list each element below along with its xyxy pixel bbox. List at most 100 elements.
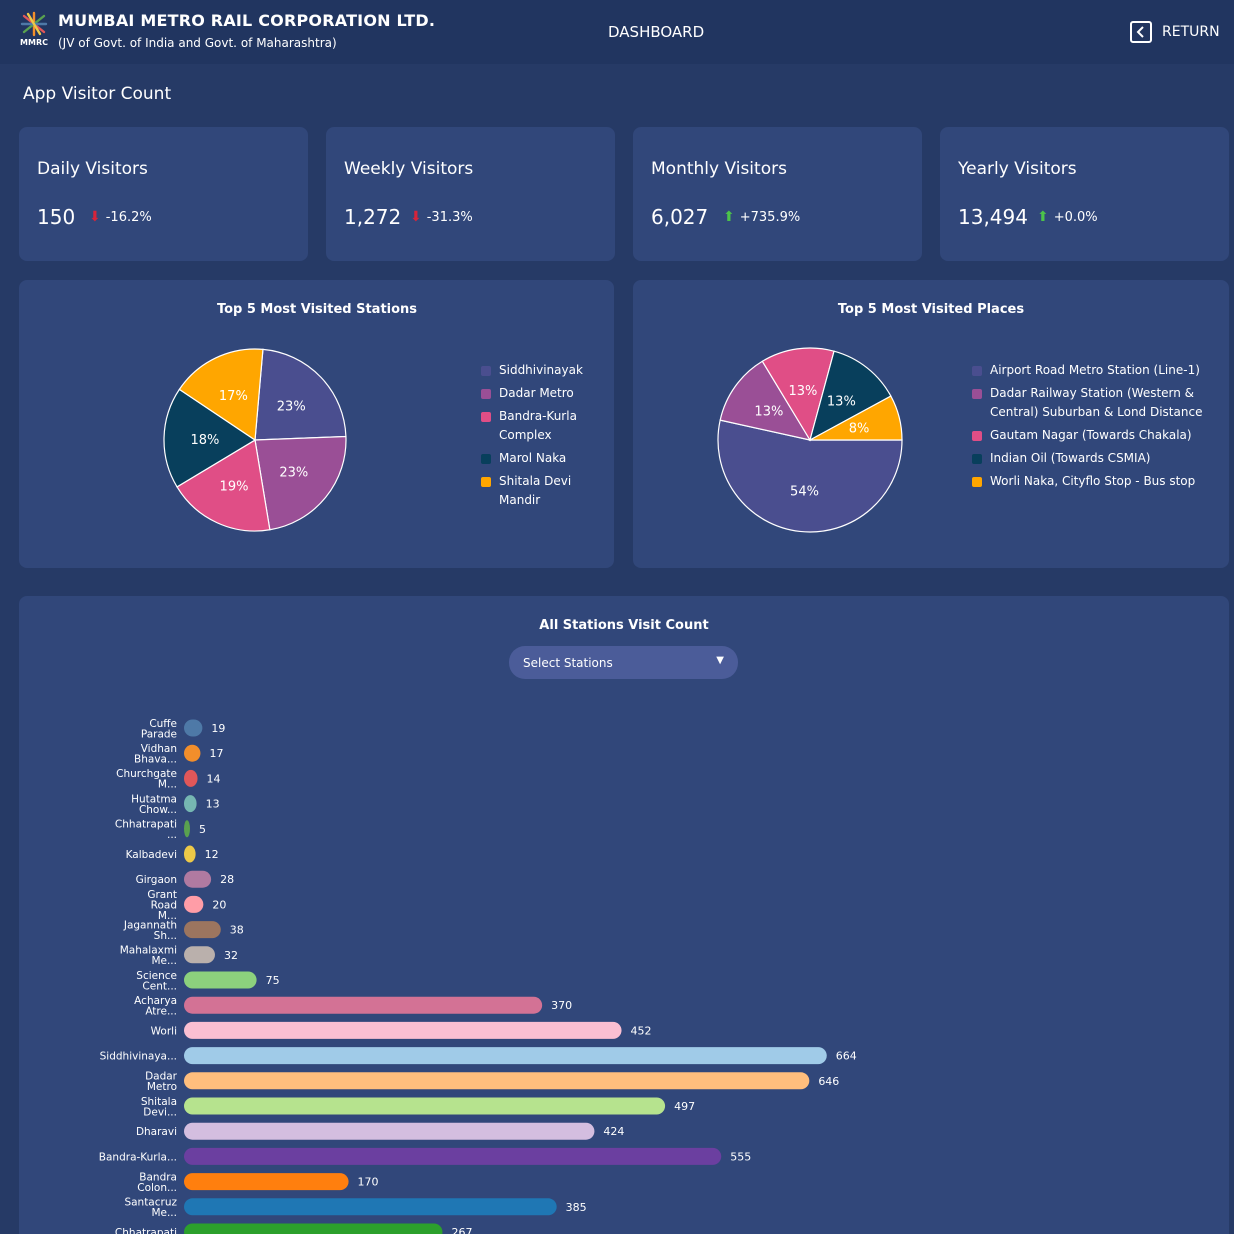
legend-item[interactable]: Marol Naka [481,449,606,468]
bar-category-label: Siddhivinaya... [100,1051,177,1063]
legend-item[interactable]: Dadar Railway Station (Western & Central)… [972,384,1217,422]
bar[interactable] [184,921,221,939]
card-label: Yearly Visitors [958,159,1077,179]
header: MMRC MUMBAI METRO RAIL CORPORATION LTD. … [0,0,1234,64]
bar[interactable] [184,870,212,888]
bar-value-label: 424 [603,1125,624,1138]
card-value: 150 [37,205,76,229]
bar-category-label: Bandra-Kurla... [99,1151,177,1163]
bar[interactable] [184,719,203,737]
legend-swatch [972,477,982,487]
logo-text: MMRC [20,38,48,47]
bar-category-label: Worli [151,1025,177,1037]
pie-slice-label: 23% [277,399,306,414]
bar-value-label: 20 [212,898,226,911]
chart-title: Top 5 Most Visited Places [837,302,1025,317]
bar[interactable] [184,820,190,838]
legend-swatch [481,389,491,399]
bar[interactable] [184,795,197,813]
legend-swatch [972,366,982,376]
bar-value-label: 17 [209,747,223,760]
bar[interactable] [184,895,204,913]
card-change: ⬆ +0.0% [1037,209,1098,225]
bar-category-label: Atre... [145,1005,177,1017]
bar[interactable] [184,1223,443,1234]
bar[interactable] [184,1122,595,1140]
section-title: App Visitor Count [23,84,172,104]
chevron-down-icon: ▼ [716,655,724,666]
bar-value-label: 664 [836,1050,857,1063]
bar[interactable] [184,971,257,989]
bar-category-label: Metro [147,1081,177,1093]
card-change: ⬇ -16.2% [89,209,152,225]
legend-swatch [972,389,982,399]
pie-chart-stations: 23% 23% 19% 18% 17% [163,348,347,532]
bar[interactable] [184,744,201,762]
legend-item[interactable]: Dadar Metro [481,384,606,403]
bar-category-label: Parade [141,728,177,740]
legend-item[interactable]: Shitala Devi Mandir [481,472,606,510]
legend-item[interactable]: Siddhivinayak [481,361,606,380]
legend-item[interactable]: Bandra-Kurla Complex [481,407,606,445]
bar[interactable] [184,769,198,787]
org-subtitle: (JV of Govt. of India and Govt. of Mahar… [58,36,337,50]
pie-slice[interactable] [254,348,347,441]
bar[interactable] [184,996,543,1014]
card-daily-visitors: Daily Visitors 150 ⬇ -16.2% [19,127,308,261]
pie-slice-label: 17% [219,389,248,404]
arrow-up-icon: ⬆ [1037,209,1049,225]
dashboard-title: DASHBOARD [608,23,705,41]
pie-slice-label: 13% [754,405,783,420]
pie-slice[interactable] [254,435,347,531]
bar-value-label: 12 [205,848,219,861]
bar-category-label: Cent... [142,980,177,992]
legend-label: Dadar Railway Station (Western & Central)… [990,386,1203,419]
bar[interactable] [184,1147,722,1165]
bar[interactable] [184,946,215,964]
bar[interactable] [184,1072,810,1090]
bar-category-label: Sh... [154,930,177,942]
bar-value-label: 497 [674,1100,695,1113]
legend-swatch [972,431,982,441]
bar-category-label: Girgaon [136,874,177,886]
bar[interactable] [184,1173,349,1191]
bar-value-label: 19 [211,722,225,735]
legend-label: Indian Oil (Towards CSMIA) [990,451,1151,465]
legend-item[interactable]: Indian Oil (Towards CSMIA) [972,449,1217,468]
legend-label: Shitala Devi Mandir [499,474,572,507]
org-name: MUMBAI METRO RAIL CORPORATION LTD. [58,11,436,30]
pie-chart-places: 54% 13% 13% 13% 8% [717,347,903,533]
bar-value-label: 13 [206,798,220,811]
return-icon [1130,21,1152,43]
legend-label: Dadar Metro [499,386,574,400]
bar[interactable] [184,1097,666,1115]
bar-chart-all-stations: 19CuffeParade17VidhanBhava...14Churchgat… [99,718,857,1234]
bar-value-label: 452 [631,1024,652,1037]
arrow-down-icon: ⬇ [410,209,422,225]
legend-swatch [481,366,491,376]
select-stations-label: Select Stations [523,655,613,670]
arrow-down-icon: ⬇ [89,209,101,225]
card-weekly-visitors: Weekly Visitors 1,272 ⬇ -31.3% [326,127,615,261]
legend-item[interactable]: Airport Road Metro Station (Line-1) [972,361,1217,380]
arrow-up-icon: ⬆ [723,209,735,225]
return-button[interactable]: RETURN [1130,20,1220,44]
bar-value-label: 14 [207,772,221,785]
bar-category-label: Me... [151,1207,177,1219]
bar[interactable] [184,1047,827,1065]
panel-top-stations: Top 5 Most Visited Stations 23% 23% 19% 18%… [19,280,614,568]
select-stations-dropdown[interactable]: Select Stations ▼ [509,646,738,679]
legend-label: Worli Naka, Cityflo Stop - Bus stop [990,474,1196,488]
card-change-value: +735.9% [739,209,801,225]
legend-item[interactable]: Gautam Nagar (Towards Chakala) [972,426,1217,445]
bar[interactable] [184,845,196,863]
legend-swatch [972,454,982,464]
bar-category-label: Chow... [139,804,177,816]
card-label: Weekly Visitors [344,159,474,179]
bar[interactable] [184,1198,557,1216]
pie-slice-label: 18% [191,433,220,448]
legend-item[interactable]: Worli Naka, Cityflo Stop - Bus stop [972,472,1217,491]
bar-category-label: ... [167,829,177,841]
bar-value-label: 32 [224,949,238,962]
bar[interactable] [184,1021,622,1039]
